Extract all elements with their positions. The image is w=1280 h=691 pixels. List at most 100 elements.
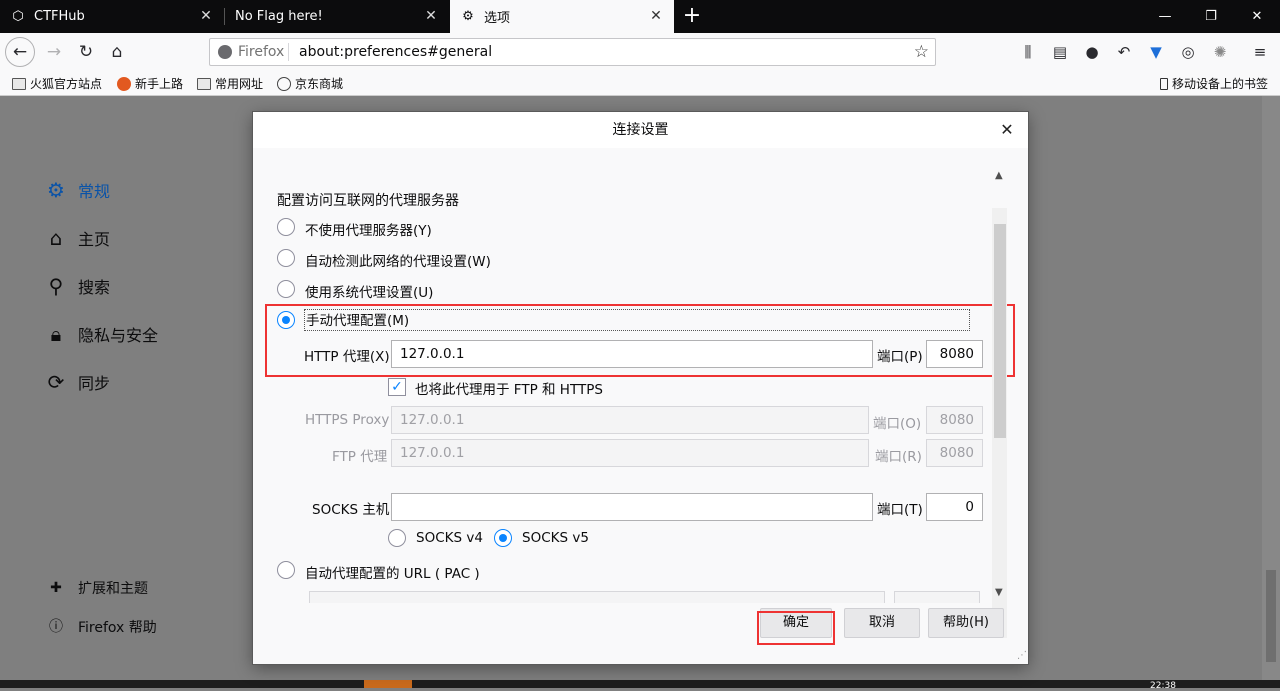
window-close-button[interactable]: ✕ (1234, 0, 1280, 33)
proxy-extension-icon[interactable]: ◎ (1176, 40, 1200, 64)
socks-host-input[interactable] (391, 493, 873, 521)
new-tab-button[interactable]: + (680, 4, 704, 28)
help-button[interactable]: 帮助(H) (928, 608, 1004, 638)
identity-label: Firefox (238, 44, 285, 60)
share-proxy-label: 也将此代理用于 FTP 和 HTTPS (415, 382, 603, 398)
close-icon[interactable]: ✕ (997, 120, 1017, 140)
pac-url-input[interactable] (309, 591, 885, 603)
reload-pac-button[interactable] (894, 591, 980, 603)
radio-socks-v4[interactable] (388, 529, 406, 547)
taskbar-app[interactable] (364, 680, 412, 688)
gear-icon: ⚙ (462, 9, 474, 24)
back-button[interactable]: ← (5, 37, 35, 67)
tab-label: No Flag here! (235, 9, 323, 24)
page-scrollbar-thumb[interactable] (1266, 570, 1276, 662)
taskbar-clock: 22:38 (1150, 681, 1176, 691)
sidebar-item-label: 主页 (78, 230, 111, 249)
tab-no-flag[interactable]: No Flag here! ✕ (225, 0, 449, 33)
radio-label: 不使用代理服务器(Y) (305, 223, 432, 239)
home-icon: ⌂ (49, 226, 63, 250)
home-button[interactable]: ⌂ (103, 38, 131, 66)
undo-icon[interactable]: ↶ (1112, 40, 1136, 64)
bookmark-label: 火狐官方站点 (30, 77, 103, 91)
dialog-body: 配置访问互联网的代理服务器 不使用代理服务器(Y) 自动检测此网络的代理设置(W… (253, 148, 1028, 664)
ftp-port-label: 端口(R) (875, 449, 922, 465)
bookmark-star-icon[interactable]: ☆ (914, 42, 929, 62)
url-bar[interactable]: Firefox about:preferences#general ☆ (209, 38, 936, 66)
sidebar-item-home[interactable]: ⌂ 主页 (44, 226, 110, 250)
close-icon[interactable]: ✕ (648, 8, 664, 24)
bookmark-item[interactable]: 京东商城 (277, 75, 343, 92)
sidebar-item-sync[interactable]: ⟳ 同步 (44, 370, 110, 394)
forward-button[interactable]: → (40, 38, 68, 66)
tab-label: 选项 (484, 11, 511, 26)
radio-pac-url[interactable] (277, 561, 295, 579)
scroll-down-icon[interactable]: ▼ (995, 587, 1003, 598)
radio-system-proxy[interactable] (277, 280, 295, 298)
restore-button[interactable]: ❐ (1188, 0, 1234, 33)
gear-icon: ⚙ (47, 178, 65, 202)
sidebar-item-search[interactable]: ⚲ 搜索 (44, 274, 110, 298)
close-icon[interactable]: ✕ (423, 8, 439, 24)
close-icon[interactable]: ✕ (198, 8, 214, 24)
minimize-button[interactable]: — (1142, 0, 1188, 33)
sidebar-item-label: 扩展和主题 (78, 581, 148, 597)
url-text[interactable]: about:preferences#general (299, 44, 492, 60)
https-proxy-label: HTTPS Proxy (305, 412, 390, 428)
socks-port-label: 端口(T) (877, 502, 923, 518)
sidebar-item-addons[interactable]: ✚ 扩展和主题 (44, 576, 148, 600)
mobile-bookmarks[interactable]: 移动设备上的书签 (1160, 75, 1268, 92)
sidebar-item-label: Firefox 帮助 (78, 620, 157, 636)
help-icon: ⓘ (49, 619, 63, 635)
share-proxy-checkbox[interactable]: ✓ (388, 378, 406, 396)
tab-label: CTFHub (34, 9, 85, 24)
navigation-bar: ← → ↻ ⌂ Firefox about:preferences#genera… (0, 33, 1280, 71)
radio-label: 自动检测此网络的代理设置(W) (305, 254, 491, 270)
socks-port-input[interactable]: 0 (926, 493, 983, 521)
reload-button[interactable]: ↻ (72, 38, 100, 66)
account-icon[interactable]: ● (1080, 40, 1104, 64)
sidebar-item-label: 隐私与安全 (78, 326, 159, 345)
ctfhub-icon: ⬡ (12, 9, 24, 24)
ftp-proxy-input[interactable]: 127.0.0.1 (391, 439, 869, 467)
sidebar-item-label: 同步 (78, 374, 111, 393)
dialog-title: 连接设置 (253, 112, 1028, 149)
menu-icon[interactable]: ≡ (1248, 40, 1272, 64)
sidebar-icon[interactable]: ▤ (1048, 40, 1072, 64)
radio-auto-detect[interactable] (277, 249, 295, 267)
globe-icon (277, 76, 291, 91)
dialog-scrollbar-thumb[interactable] (994, 224, 1006, 438)
socks-host-label: SOCKS 主机 (312, 502, 390, 518)
resize-grip-icon[interactable]: ⋰ (1017, 650, 1027, 661)
mobile-icon (1160, 77, 1168, 90)
addon-icon[interactable]: ✺ (1208, 40, 1232, 64)
extension-icon[interactable]: ▼ (1144, 40, 1168, 64)
mobile-bookmarks-label: 移动设备上的书签 (1172, 77, 1269, 91)
sync-icon: ⟳ (47, 370, 65, 394)
sidebar-item-help[interactable]: ⓘ Firefox 帮助 (44, 615, 157, 639)
radio-label: 使用系统代理设置(U) (305, 285, 434, 301)
radio-no-proxy[interactable] (277, 218, 295, 236)
library-icon[interactable]: ⫼ (1016, 40, 1040, 64)
sidebar-item-privacy[interactable]: 🔒︎ 隐私与安全 (44, 322, 158, 346)
radio-label: 自动代理配置的 URL ( PAC ) (305, 566, 480, 582)
url-divider (288, 43, 289, 61)
bookmark-item[interactable]: 常用网址 (197, 75, 263, 92)
https-port-label: 端口(O) (873, 416, 922, 432)
https-port-input[interactable]: 8080 (926, 406, 983, 434)
cancel-button[interactable]: 取消 (844, 608, 920, 638)
ftp-port-input[interactable]: 8080 (926, 439, 983, 467)
search-icon: ⚲ (48, 274, 64, 298)
lock-icon: 🔒︎ (50, 322, 62, 346)
bookmark-item[interactable]: 新手上路 (117, 75, 183, 92)
sidebar-item-general[interactable]: ⚙ 常规 (44, 178, 110, 202)
connection-settings-dialog: 连接设置 ✕ 配置访问互联网的代理服务器 不使用代理服务器(Y) 自动检测此网络… (253, 112, 1028, 664)
bookmark-item[interactable]: 火狐官方站点 (12, 75, 102, 92)
tab-options[interactable]: ⚙ 选项 ✕ (450, 0, 674, 33)
https-proxy-input[interactable]: 127.0.0.1 (391, 406, 869, 434)
bookmark-label: 新手上路 (135, 77, 184, 91)
radio-socks-v5[interactable] (494, 529, 512, 547)
scroll-up-icon[interactable]: ▲ (995, 170, 1003, 181)
tab-ctfhub[interactable]: ⬡ CTFHub ✕ (0, 0, 224, 33)
firefox-icon (117, 76, 131, 91)
